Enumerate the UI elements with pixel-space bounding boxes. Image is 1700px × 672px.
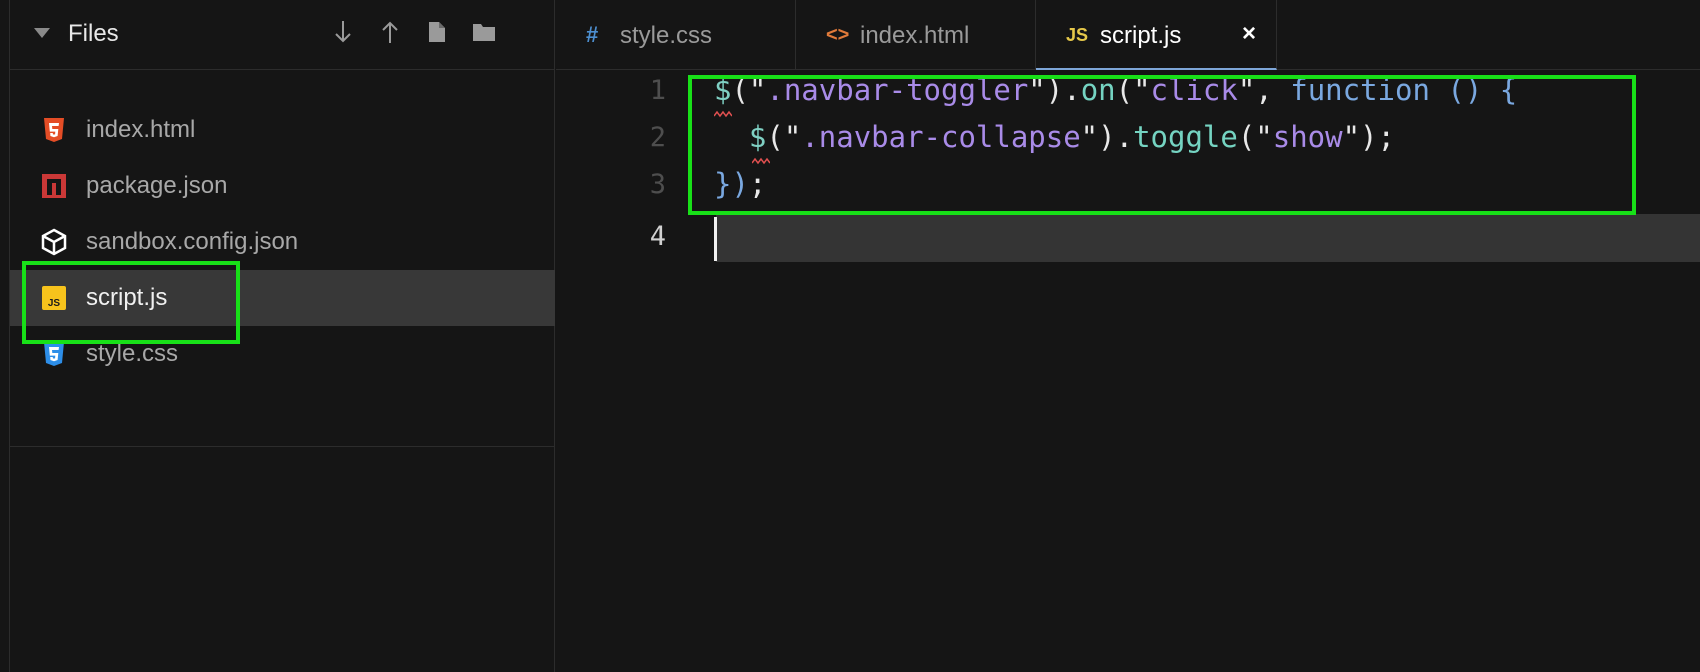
line-number: 3 bbox=[649, 169, 666, 200]
tab-index-html[interactable]: <> index.html bbox=[796, 0, 1036, 70]
arrow-down-icon[interactable] bbox=[328, 16, 358, 48]
highlight-box-script-js bbox=[22, 261, 240, 344]
editor-tab-bar: # style.css <> index.html JS script.js × bbox=[556, 0, 1700, 70]
codesandbox-icon bbox=[40, 228, 68, 256]
highlight-box-code bbox=[688, 75, 1636, 215]
css3-icon bbox=[40, 340, 68, 368]
file-item-index-html[interactable]: index.html bbox=[10, 102, 555, 158]
close-tab-icon[interactable]: × bbox=[1242, 20, 1256, 48]
text-cursor bbox=[714, 217, 717, 261]
file-label: style.css bbox=[86, 340, 179, 367]
hash-icon: # bbox=[586, 22, 599, 47]
line-number-active: 4 bbox=[649, 221, 666, 252]
file-label: sandbox.config.json bbox=[86, 228, 299, 255]
file-label: index.html bbox=[86, 116, 196, 143]
current-line-highlight bbox=[716, 214, 1700, 262]
code-brackets-icon: <> bbox=[826, 24, 850, 46]
new-folder-icon[interactable] bbox=[469, 16, 499, 48]
collapse-caret-icon[interactable] bbox=[34, 28, 50, 38]
line-number: 2 bbox=[649, 122, 666, 153]
html5-icon bbox=[40, 116, 68, 144]
arrow-up-icon[interactable] bbox=[375, 16, 405, 48]
npm-icon bbox=[40, 172, 68, 200]
files-header: Files bbox=[10, 0, 555, 70]
new-file-icon[interactable] bbox=[422, 16, 452, 48]
file-label: package.json bbox=[86, 172, 228, 199]
files-title: Files bbox=[68, 20, 119, 47]
tab-label: index.html bbox=[860, 22, 970, 49]
tab-label: style.css bbox=[620, 22, 713, 49]
tab-label: script.js bbox=[1100, 22, 1182, 49]
line-number: 1 bbox=[649, 75, 666, 106]
file-item-package-json[interactable]: package.json bbox=[10, 158, 555, 214]
tab-script-js[interactable]: JS script.js × bbox=[1036, 0, 1277, 70]
tab-style-css[interactable]: # style.css bbox=[556, 0, 796, 70]
js-icon: JS bbox=[1066, 25, 1089, 45]
sidebar-divider bbox=[10, 446, 555, 447]
